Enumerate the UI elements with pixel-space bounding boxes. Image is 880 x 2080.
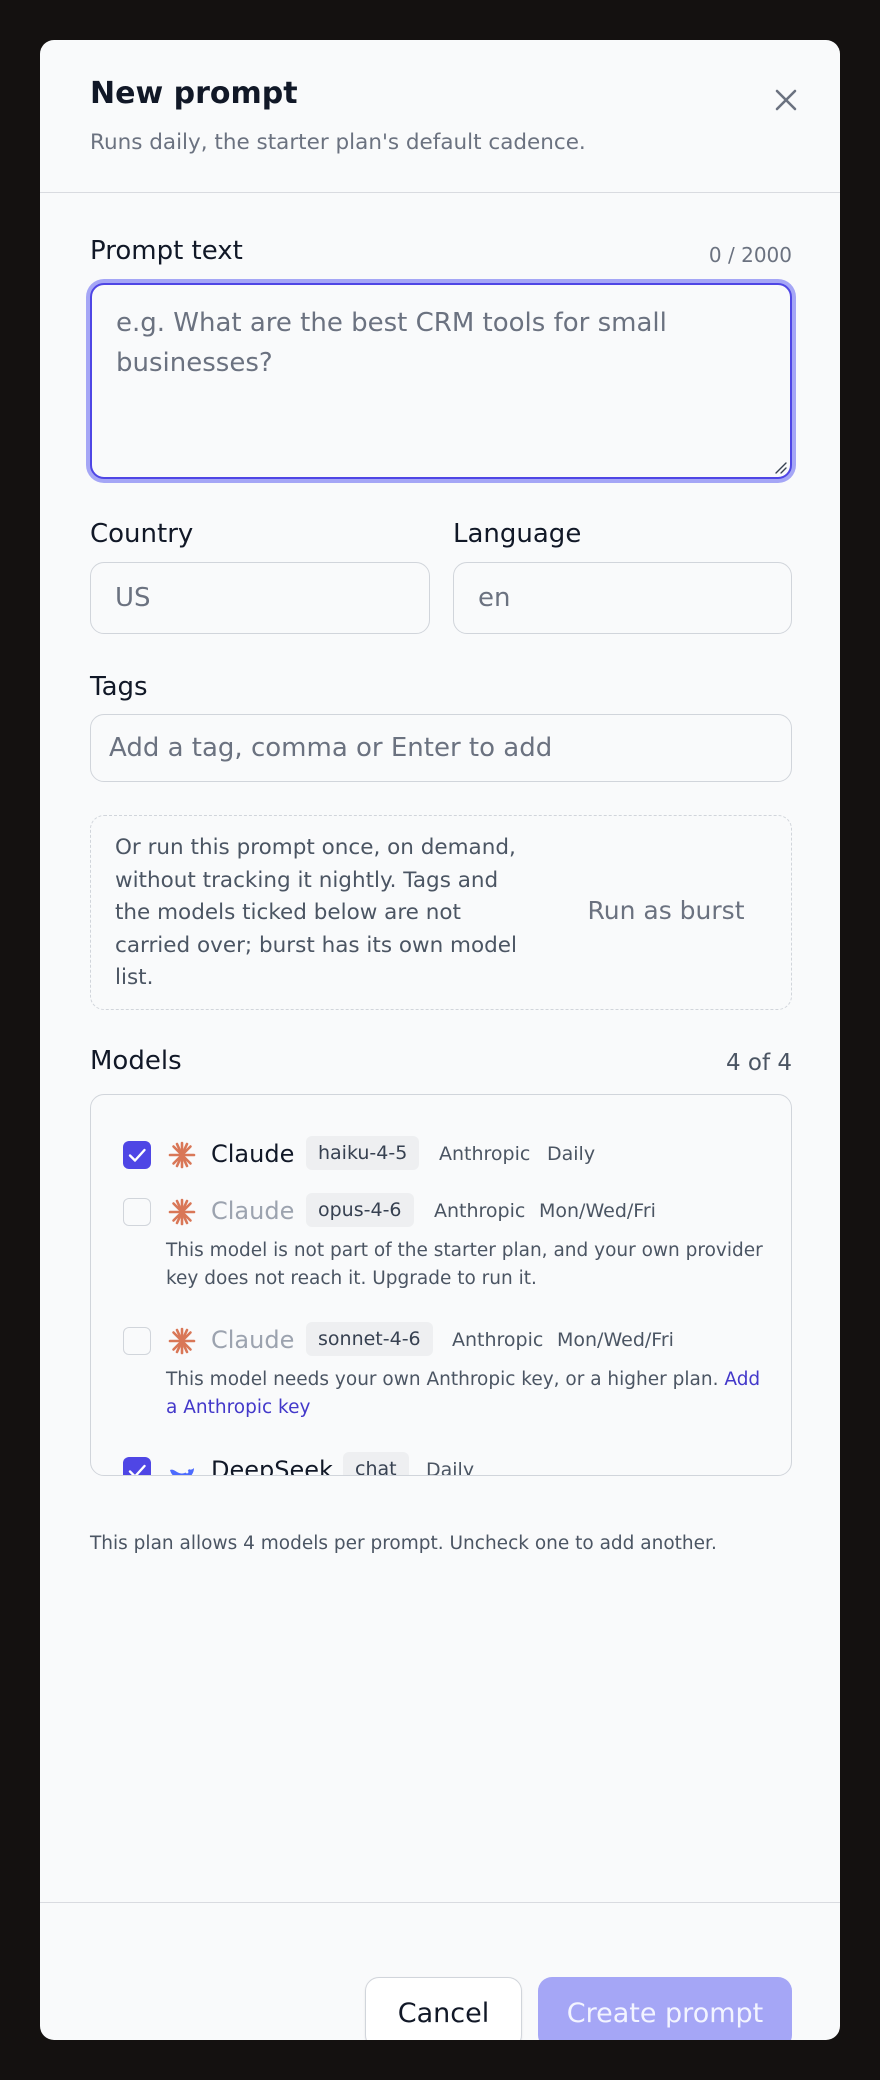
model-key-note: This model needs your own Anthropic key,… <box>166 1366 766 1422</box>
prompt-text-label: Prompt text <box>90 236 243 266</box>
models-label: Models <box>90 1046 182 1076</box>
create-prompt-button[interactable]: Create prompt <box>538 1977 792 2040</box>
country-label: Country <box>90 519 194 549</box>
prompt-char-counter: 0 / 2000 <box>708 243 792 267</box>
model-unavailable-note: This model is not part of the starter pl… <box>166 1240 763 1289</box>
model-cadence: Mon/Wed/Fri <box>539 1200 656 1222</box>
model-cadence: Daily <box>426 1459 475 1476</box>
plan-limit-note: This plan allows 4 models per prompt. Un… <box>90 1533 717 1554</box>
dialog-footer: Cancel Create prompt <box>40 1902 840 2040</box>
new-prompt-dialog: New prompt Runs daily, the starter plan'… <box>40 40 840 2040</box>
model-provider: Anthropic <box>439 1143 531 1165</box>
model-version-chip: chat <box>343 1452 409 1475</box>
model-name: Claude <box>211 1197 295 1225</box>
model-provider: Anthropic <box>434 1200 526 1222</box>
model-checkbox[interactable] <box>123 1327 151 1355</box>
models-list: Claude haiku-4-5 Anthropic Daily Claude … <box>90 1094 792 1476</box>
model-name: Claude <box>211 1140 295 1168</box>
model-checkbox[interactable] <box>123 1198 151 1226</box>
burst-description: Or run this prompt once, on demand, with… <box>115 835 518 990</box>
close-icon[interactable] <box>768 82 804 118</box>
model-checkbox[interactable] <box>123 1141 151 1169</box>
models-count: 4 of 4 <box>725 1050 792 1076</box>
prompt-textarea[interactable] <box>92 285 790 477</box>
model-checkbox[interactable] <box>123 1457 151 1475</box>
dialog-header: New prompt Runs daily, the starter plan'… <box>40 40 840 193</box>
model-name: DeepSeek <box>211 1456 333 1476</box>
model-cadence: Mon/Wed/Fri <box>557 1329 674 1351</box>
tags-input[interactable] <box>90 714 792 782</box>
anthropic-icon <box>168 1198 196 1226</box>
model-cadence: Daily <box>547 1143 596 1165</box>
model-version-chip: sonnet-4-6 <box>306 1322 433 1356</box>
country-input[interactable] <box>90 562 430 634</box>
resize-grip-icon[interactable] <box>773 460 787 474</box>
model-key-note-text: This model needs your own Anthropic key,… <box>166 1369 719 1390</box>
dialog-subtitle: Runs daily, the starter plan's default c… <box>90 130 586 155</box>
anthropic-icon <box>168 1141 196 1169</box>
run-as-burst-button[interactable]: Run as burst <box>561 890 771 930</box>
model-provider: Anthropic <box>452 1329 544 1351</box>
cancel-button[interactable]: Cancel <box>365 1977 522 2040</box>
dialog-title: New prompt <box>90 76 298 111</box>
language-input[interactable] <box>453 562 792 634</box>
model-name: Claude <box>211 1326 295 1354</box>
model-version-chip: haiku-4-5 <box>306 1136 420 1170</box>
deepseek-whale-icon <box>170 1468 194 1475</box>
model-version-chip: opus-4-6 <box>306 1193 414 1227</box>
prompt-text-field <box>90 283 792 479</box>
language-label: Language <box>453 519 582 549</box>
anthropic-icon <box>168 1327 196 1355</box>
burst-panel: Or run this prompt once, on demand, with… <box>90 815 792 1010</box>
tags-label: Tags <box>90 672 148 702</box>
